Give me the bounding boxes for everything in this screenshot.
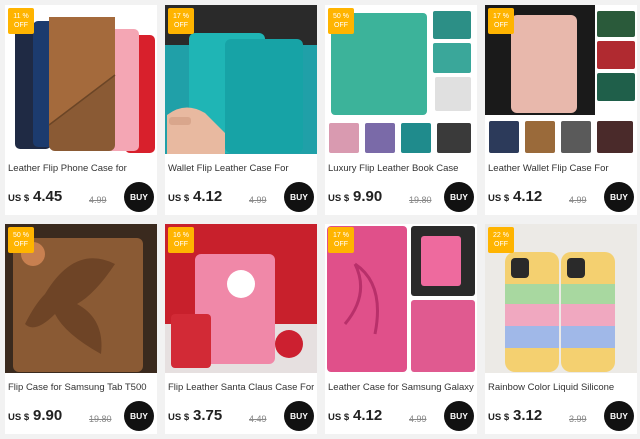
product-title[interactable]: Flip Leather Santa Claus Case For: [168, 382, 314, 393]
discount-off: OFF: [494, 241, 508, 248]
buy-button[interactable]: BUY: [444, 182, 474, 212]
product-title[interactable]: Leather Wallet Flip Case For: [488, 163, 634, 174]
discount-off: OFF: [174, 22, 188, 29]
currency-label: US $: [328, 412, 350, 423]
discount-badge: 17 % OFF: [488, 8, 514, 34]
original-price: 4.99: [249, 195, 267, 205]
product-card[interactable]: 16 % OFF Flip Leather Santa Claus Case Fo…: [165, 224, 317, 434]
product-grid: 11 % OFF Leather Flip Phone Case for US $…: [0, 0, 640, 439]
original-price: 19.80: [409, 195, 432, 205]
currency-label: US $: [168, 412, 190, 423]
original-price: 4.99: [89, 195, 107, 205]
currency-label: US $: [8, 412, 30, 423]
sale-price: 4.12: [193, 188, 223, 205]
discount-badge: 50 % OFF: [8, 227, 34, 253]
original-price: 4.99: [409, 414, 427, 424]
discount-badge: 22 % OFF: [488, 227, 514, 253]
product-title[interactable]: Flip Case for Samsung Tab T500: [8, 382, 154, 393]
product-card[interactable]: 22 % OFF Rainbow Color Liquid Silicone US…: [485, 224, 637, 434]
discount-badge: 17 % OFF: [168, 8, 194, 34]
currency-label: US $: [488, 193, 510, 204]
product-title[interactable]: Leather Flip Phone Case for: [8, 163, 154, 174]
currency-label: US $: [328, 193, 350, 204]
buy-button[interactable]: BUY: [604, 401, 634, 431]
discount-badge: 17 % OFF: [328, 227, 354, 253]
product-card[interactable]: 50 % OFF Flip Case for Samsung Tab T500 U…: [5, 224, 157, 434]
buy-button[interactable]: BUY: [124, 401, 154, 431]
original-price: 3.99: [569, 414, 587, 424]
discount-percent: 17 %: [173, 13, 189, 20]
buy-button[interactable]: BUY: [284, 182, 314, 212]
currency-label: US $: [8, 193, 30, 204]
discount-percent: 22 %: [493, 232, 509, 239]
discount-percent: 17 %: [493, 13, 509, 20]
discount-off: OFF: [334, 241, 348, 248]
product-card[interactable]: 50 % OFF Luxury Flip Leather Book Case US…: [325, 5, 477, 215]
discount-badge: 50 % OFF: [328, 8, 354, 34]
discount-percent: 50 %: [13, 232, 29, 239]
buy-button[interactable]: BUY: [124, 182, 154, 212]
sale-price: 9.90: [353, 188, 383, 205]
product-card[interactable]: 17 % OFF Leather Wallet Flip Case For US …: [485, 5, 637, 215]
product-title[interactable]: Leather Case for Samsung Galaxy: [328, 382, 474, 393]
product-card[interactable]: 17 % OFF Leather Case for Samsung Galaxy …: [325, 224, 477, 434]
original-price: 4.99: [569, 195, 587, 205]
discount-off: OFF: [14, 22, 28, 29]
buy-button[interactable]: BUY: [284, 401, 314, 431]
sale-price: 3.12: [513, 407, 543, 424]
discount-off: OFF: [334, 22, 348, 29]
original-price: 19.80: [89, 414, 112, 424]
discount-percent: 16 %: [173, 232, 189, 239]
currency-label: US $: [168, 193, 190, 204]
discount-percent: 11 %: [13, 13, 29, 20]
product-card[interactable]: 17 % OFF Wallet Flip Leather Case For US …: [165, 5, 317, 215]
product-title[interactable]: Luxury Flip Leather Book Case: [328, 163, 474, 174]
discount-badge: 11 % OFF: [8, 8, 34, 34]
product-title[interactable]: Rainbow Color Liquid Silicone: [488, 382, 634, 393]
sale-price: 4.12: [513, 188, 543, 205]
product-card[interactable]: 11 % OFF Leather Flip Phone Case for US $…: [5, 5, 157, 215]
discount-percent: 50 %: [333, 13, 349, 20]
discount-percent: 17 %: [333, 232, 349, 239]
sale-price: 3.75: [193, 407, 223, 424]
discount-off: OFF: [174, 241, 188, 248]
discount-off: OFF: [14, 241, 28, 248]
product-title[interactable]: Wallet Flip Leather Case For: [168, 163, 314, 174]
sale-price: 4.45: [33, 188, 63, 205]
currency-label: US $: [488, 412, 510, 423]
sale-price: 4.12: [353, 407, 383, 424]
discount-off: OFF: [494, 22, 508, 29]
discount-badge: 16 % OFF: [168, 227, 194, 253]
buy-button[interactable]: BUY: [444, 401, 474, 431]
original-price: 4.49: [249, 414, 267, 424]
sale-price: 9.90: [33, 407, 63, 424]
buy-button[interactable]: BUY: [604, 182, 634, 212]
